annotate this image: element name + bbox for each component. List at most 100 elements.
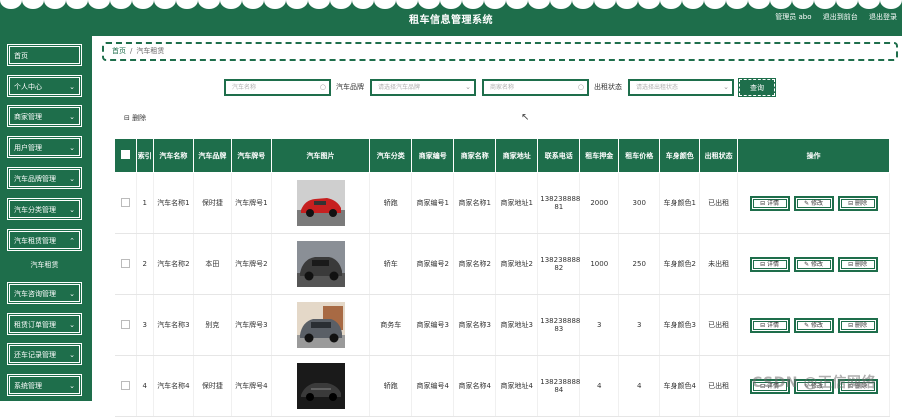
- breadcrumb-current: 汽车租赁: [136, 47, 165, 55]
- cell-status: 已出租: [699, 355, 739, 417]
- cell-category: 轿跑: [369, 172, 413, 234]
- sidebar-item-label: 首页: [14, 52, 28, 60]
- sidebar-item-home[interactable]: 首页: [7, 44, 82, 66]
- cell-brand: 保时捷: [193, 172, 232, 234]
- chevron-down-icon: ⌄: [69, 206, 75, 214]
- cell-index: 1: [136, 172, 154, 234]
- table-header-row: 索引 汽车名称 汽车品牌 汽车牌号 汽车图片 汽车分类 商家编号 商家名称 商家…: [114, 138, 890, 173]
- sidebar-item-label: 汽车分类管理: [14, 206, 56, 214]
- chevron-down-icon: ⌄: [723, 83, 729, 91]
- cell-car-image: [271, 233, 371, 295]
- car-image: [296, 363, 345, 409]
- cell-phone: 138238888 84: [537, 355, 580, 417]
- row-select-cell[interactable]: [114, 355, 137, 417]
- sidebar-item-orders[interactable]: 租赁订单管理 ⌄: [7, 313, 82, 335]
- sidebar-item-label: 个人中心: [14, 83, 42, 91]
- detail-button[interactable]: ⊟ 详情: [749, 256, 790, 272]
- col-header: 商家地址: [495, 138, 539, 173]
- brand-label: 汽车品牌: [336, 83, 364, 91]
- cell-merchant-name: 商家名称4: [453, 355, 497, 417]
- chevron-down-icon: ⌄: [69, 144, 75, 152]
- cell-merchant-name: 商家名称1: [453, 172, 497, 234]
- sidebar-item-returns[interactable]: 还车记录管理 ⌄: [7, 343, 82, 365]
- merchant-name-input[interactable]: 商家名称 ○: [482, 79, 589, 96]
- detail-button[interactable]: ⊟ 详情: [749, 195, 790, 211]
- cell-car-image: [271, 355, 371, 417]
- cell-color: 车身颜色1: [659, 172, 701, 234]
- cell-brand: 别克: [193, 294, 232, 356]
- car-image: [296, 241, 345, 287]
- cell-merchant-no: 商家编号3: [411, 294, 455, 356]
- delete-button[interactable]: ⊟ 删除: [837, 317, 878, 333]
- delete-button[interactable]: ⊟ 删除: [837, 256, 878, 272]
- chevron-down-icon: ⌄: [69, 321, 75, 329]
- sidebar-item-system[interactable]: 系统管理 ⌄: [7, 374, 82, 396]
- user-area: 管理员 abo 退出到前台 退出登录: [775, 12, 897, 22]
- row-select-cell[interactable]: [114, 172, 137, 234]
- cell-index: 3: [136, 294, 154, 356]
- row-select-cell[interactable]: [114, 294, 137, 356]
- select-all-header[interactable]: [114, 138, 137, 173]
- cell-category: 轿车: [369, 233, 413, 295]
- status-select[interactable]: 请选择出租状态 ⌄: [628, 79, 734, 96]
- breadcrumb-separator: /: [130, 47, 133, 55]
- cell-address: 商家地址4: [495, 355, 539, 417]
- cell-car-name: 汽车名称1: [153, 172, 194, 234]
- sidebar-item-category[interactable]: 汽车分类管理 ⌄: [7, 198, 82, 220]
- search-icon: ○: [577, 83, 584, 91]
- cell-deposit: 4: [579, 355, 620, 417]
- cell-category: 轿跑: [369, 355, 413, 417]
- cell-color: 车身颜色3: [659, 294, 701, 356]
- sidebar-item-merchant[interactable]: 商家管理 ⌄: [7, 105, 82, 127]
- cell-status: 已出租: [699, 294, 739, 356]
- delete-button[interactable]: ⊟ 删除: [837, 195, 878, 211]
- cell-category: 商务车: [369, 294, 413, 356]
- sidebar-item-rental[interactable]: 汽车租赁管理 ⌃: [7, 229, 82, 251]
- row-checkbox[interactable]: [120, 258, 130, 268]
- col-header: 出租状态: [699, 138, 739, 173]
- row-checkbox[interactable]: [120, 319, 130, 329]
- chevron-down-icon: ⌄: [69, 83, 75, 91]
- col-header: 汽车牌号: [230, 138, 272, 173]
- edit-button[interactable]: ✎ 修改: [793, 195, 834, 211]
- table-row: 1 汽车名称1 保时捷 汽车牌号1 轿跑 商家编号1 商家名称1 商家地址1 1…: [114, 172, 890, 234]
- table-row: 2 汽车名称2 本田 汽车牌号2 轿车 商家编号2 商家名称2 商家地址2 13…: [114, 233, 890, 295]
- cell-address: 商家地址2: [495, 233, 539, 295]
- cell-deposit: 3: [579, 294, 620, 356]
- mouse-cursor-icon: ↖: [521, 112, 530, 123]
- brand-select[interactable]: 请选择汽车品牌 ⌄: [370, 79, 476, 96]
- to-front-link[interactable]: 退出到前台: [823, 13, 858, 21]
- cell-merchant-no: 商家编号4: [411, 355, 455, 417]
- detail-button[interactable]: ⊟ 详情: [749, 317, 790, 333]
- sidebar-subitem-car-rental[interactable]: 汽车租赁: [7, 257, 82, 273]
- select-all-checkbox[interactable]: [120, 150, 130, 159]
- sidebar-item-users[interactable]: 用户管理 ⌄: [7, 136, 82, 158]
- cell-plate: 汽车牌号1: [231, 172, 272, 234]
- cell-phone: 138238888 83: [537, 294, 580, 356]
- car-name-input[interactable]: 汽车名称 ○: [224, 79, 331, 96]
- edit-button[interactable]: ✎ 修改: [793, 256, 834, 272]
- cell-merchant-name: 商家名称2: [453, 233, 497, 295]
- col-header: 汽车图片: [270, 138, 371, 173]
- sidebar-item-personal[interactable]: 个人中心 ⌄: [7, 75, 82, 97]
- sidebar-item-label: 系统管理: [14, 382, 42, 390]
- sidebar-item-consult[interactable]: 汽车咨询管理 ⌄: [7, 282, 82, 304]
- row-checkbox[interactable]: [120, 380, 130, 390]
- col-header: 租车押金: [579, 138, 620, 173]
- watermark: CSDN @正信网络: [752, 375, 876, 391]
- cell-address: 商家地址3: [495, 294, 539, 356]
- logout-link[interactable]: 退出登录: [869, 13, 897, 21]
- chevron-down-icon: ⌄: [69, 382, 75, 390]
- cell-status: 未出租: [699, 233, 739, 295]
- cell-index: 2: [136, 233, 154, 295]
- edit-button[interactable]: ✎ 修改: [793, 317, 834, 333]
- car-image: [296, 302, 345, 348]
- bulk-delete-button[interactable]: ⊟ 删除: [124, 113, 146, 123]
- row-select-cell[interactable]: [114, 233, 137, 295]
- query-button[interactable]: 查询: [738, 78, 776, 97]
- row-checkbox[interactable]: [120, 197, 130, 207]
- sidebar-item-brand[interactable]: 汽车品牌管理 ⌄: [7, 167, 82, 189]
- cell-plate: 汽车牌号3: [231, 294, 272, 356]
- cell-brand: 保时捷: [193, 355, 232, 417]
- breadcrumb-home[interactable]: 首页: [112, 47, 126, 55]
